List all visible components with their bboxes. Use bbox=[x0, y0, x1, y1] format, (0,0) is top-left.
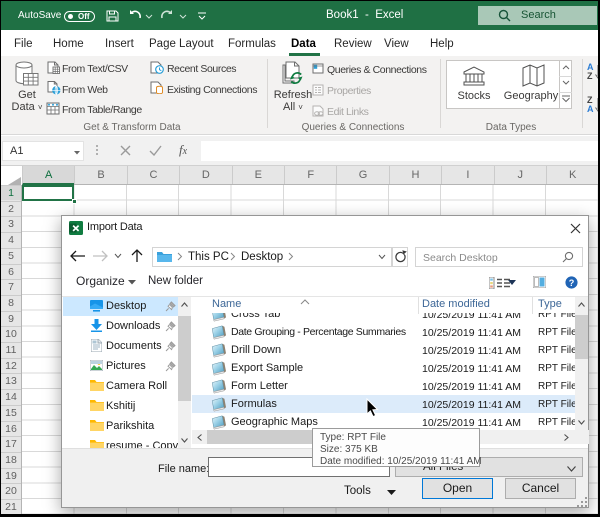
svg-text:?: ? bbox=[569, 278, 575, 288]
